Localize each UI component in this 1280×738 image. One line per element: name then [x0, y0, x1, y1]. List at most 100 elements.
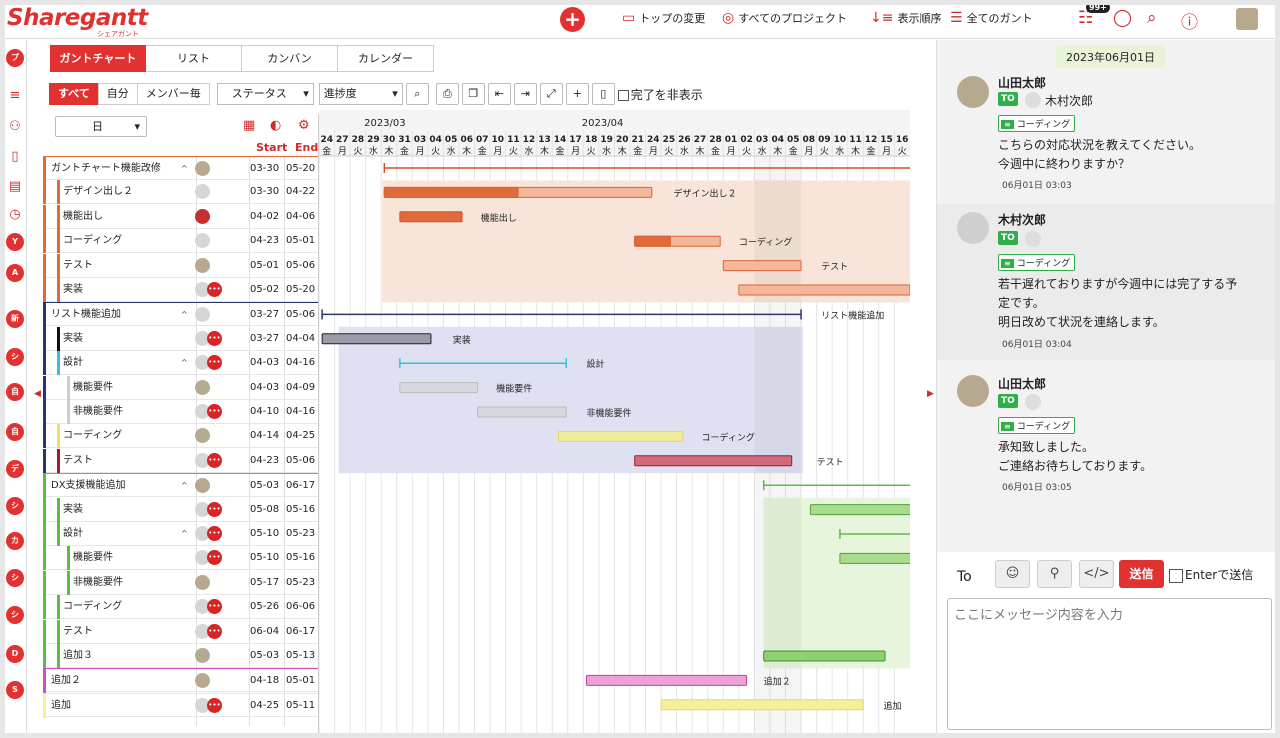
more-members-icon[interactable]: •••	[207, 330, 222, 346]
task-row[interactable]: ガントチャート機能改修 ^ 03-30 05-20	[43, 156, 318, 181]
hide-done-checkbox[interactable]	[617, 89, 629, 101]
project-dot[interactable]: 自	[6, 383, 24, 401]
avatar[interactable]	[195, 233, 210, 249]
copy-button[interactable]: ❐	[461, 83, 485, 105]
avatar[interactable]	[195, 428, 210, 444]
progress-select[interactable]: 進捗度 ▾	[318, 83, 403, 105]
task-row[interactable]: コーディング 04-23 05-01	[43, 229, 318, 254]
task-row[interactable]: 機能要件 04-03 04-09	[43, 375, 318, 400]
print-button[interactable]: ⎙	[435, 83, 459, 105]
collapse-caret-icon[interactable]: ^	[181, 351, 188, 375]
task-name[interactable]: テスト	[63, 449, 93, 473]
task-row[interactable]: DX支援機能追加 ^ 05-03 06-17	[43, 473, 318, 499]
project-dot[interactable]: A	[6, 264, 24, 282]
task-name[interactable]: テスト	[63, 254, 93, 278]
task-name[interactable]: リスト機能追加	[51, 303, 121, 327]
export-button[interactable]: ⇥	[513, 83, 537, 105]
task-row[interactable]: 実装 ••• 05-08 05-16	[43, 497, 318, 522]
project-dot[interactable]: プ	[6, 49, 24, 67]
file-icon[interactable]: ▯	[7, 149, 23, 165]
project-dot[interactable]: デ	[6, 460, 24, 478]
task-name[interactable]: コーディング	[63, 229, 122, 253]
more-members-icon[interactable]: •••	[207, 599, 222, 615]
collapse-caret-icon[interactable]: ^	[181, 303, 188, 327]
calendar-icon[interactable]: ▦	[243, 118, 255, 133]
task-name[interactable]: 機能要件	[73, 546, 113, 570]
palette-icon[interactable]: ◐	[270, 118, 281, 133]
nav-all-projects[interactable]: ◎ すべてのプロジェクト	[722, 5, 847, 31]
to-label[interactable]: To	[957, 569, 972, 585]
task-row[interactable]: 実装 ••• 03-27 04-04	[43, 326, 318, 351]
task-row[interactable]: 非機能要件 05-17 05-23	[43, 570, 318, 595]
expand-button[interactable]: ⤢	[539, 83, 563, 105]
avatar[interactable]	[195, 257, 210, 273]
book-icon[interactable]: ▤	[7, 179, 23, 195]
message-input[interactable]: ここにメッセージ内容を入力	[947, 598, 1272, 730]
task-name[interactable]: 実装	[63, 327, 83, 351]
enter-send-toggle[interactable]: Enterで送信	[1169, 566, 1253, 583]
filter-me[interactable]: 自分	[97, 83, 138, 105]
avatar[interactable]	[195, 648, 210, 663]
more-members-icon[interactable]: •••	[207, 501, 222, 517]
emoji-button[interactable]: ☺	[995, 560, 1030, 588]
task-row[interactable]: デザイン出し２ 03-30 04-22	[43, 180, 318, 205]
avatar[interactable]	[195, 379, 210, 395]
task-name[interactable]: コーディング	[63, 424, 122, 448]
scale-select[interactable]: 日 ▾	[55, 116, 147, 137]
task-name[interactable]: 追加２	[51, 669, 81, 693]
send-button[interactable]: 送信	[1119, 560, 1164, 588]
task-name[interactable]: 機能出し	[63, 205, 103, 229]
tab-gantt[interactable]: ガントチャート	[50, 45, 146, 72]
project-dot[interactable]: シ	[6, 348, 24, 366]
code-button[interactable]: </>	[1079, 560, 1114, 588]
project-dot[interactable]: シ	[6, 569, 24, 587]
app-logo[interactable]: Sharegantt シェアガント	[7, 6, 148, 38]
filter-all[interactable]: すべて	[49, 83, 99, 105]
task-row[interactable]: 追加２ 04-18 05-01	[43, 668, 318, 694]
task-row[interactable]: 非機能要件 ••• 04-10 04-16	[43, 400, 318, 424]
tab-list[interactable]: リスト	[146, 45, 242, 72]
task-name[interactable]: 非機能要件	[73, 571, 123, 595]
collapse-caret-icon[interactable]: ^	[181, 157, 188, 181]
collapse-left-icon[interactable]: ◀	[34, 389, 41, 399]
task-row[interactable]: 実装 ••• 05-02 05-20	[43, 278, 318, 302]
add-task-button[interactable]: +	[565, 83, 589, 105]
search-icon[interactable]: ⌕	[1147, 8, 1157, 28]
project-dot[interactable]: シ	[6, 606, 24, 624]
menu-icon[interactable]: ≡	[7, 88, 23, 104]
tab-kanban[interactable]: カンバン	[242, 45, 338, 72]
project-dot[interactable]: 新	[6, 310, 24, 328]
more-members-icon[interactable]: •••	[207, 282, 222, 297]
task-row[interactable]: コーディング 04-14 04-25	[43, 424, 318, 449]
more-members-icon[interactable]: •••	[207, 697, 222, 713]
task-row[interactable]: 機能出し 04-02 04-06	[43, 204, 318, 229]
settings-icon[interactable]: ⚙	[298, 118, 310, 133]
avatar[interactable]	[195, 574, 210, 590]
task-name[interactable]: コーディング	[63, 595, 122, 619]
search-button[interactable]: ⌕	[405, 83, 429, 105]
nav-sort-order[interactable]: ↓≡ 表示順序	[870, 5, 941, 31]
task-name[interactable]: テスト	[63, 620, 93, 644]
collapse-caret-icon[interactable]: ^	[181, 522, 188, 546]
task-name[interactable]: デザイン出し２	[63, 180, 133, 204]
task-name[interactable]: 実装	[63, 498, 83, 522]
filter-by-member[interactable]: メンバー毎	[136, 83, 210, 105]
project-dot[interactable]: Y	[6, 233, 24, 251]
more-members-icon[interactable]: •••	[207, 550, 222, 566]
collapse-caret-icon[interactable]: ^	[181, 474, 188, 498]
project-dot[interactable]: カ	[6, 532, 24, 550]
task-row[interactable]: テスト 05-01 05-06	[43, 253, 318, 278]
avatar[interactable]	[195, 673, 210, 689]
task-name[interactable]: ガントチャート機能改修	[51, 157, 161, 181]
task-name[interactable]: DX支援機能追加	[51, 474, 126, 498]
chat-icon[interactable]: ◯	[1113, 8, 1132, 28]
more-members-icon[interactable]: •••	[207, 355, 222, 371]
task-name[interactable]: 追加	[51, 694, 71, 718]
task-row[interactable]: テスト ••• 06-04 06-17	[43, 619, 318, 644]
enter-send-checkbox[interactable]	[1169, 568, 1183, 583]
avatar[interactable]	[195, 478, 210, 494]
nav-top-change[interactable]: ▭ トップの変更	[622, 5, 705, 31]
history-icon[interactable]: ◷	[7, 207, 23, 223]
status-select[interactable]: ステータス ▾	[216, 83, 314, 105]
task-name[interactable]: 実装	[63, 278, 83, 302]
